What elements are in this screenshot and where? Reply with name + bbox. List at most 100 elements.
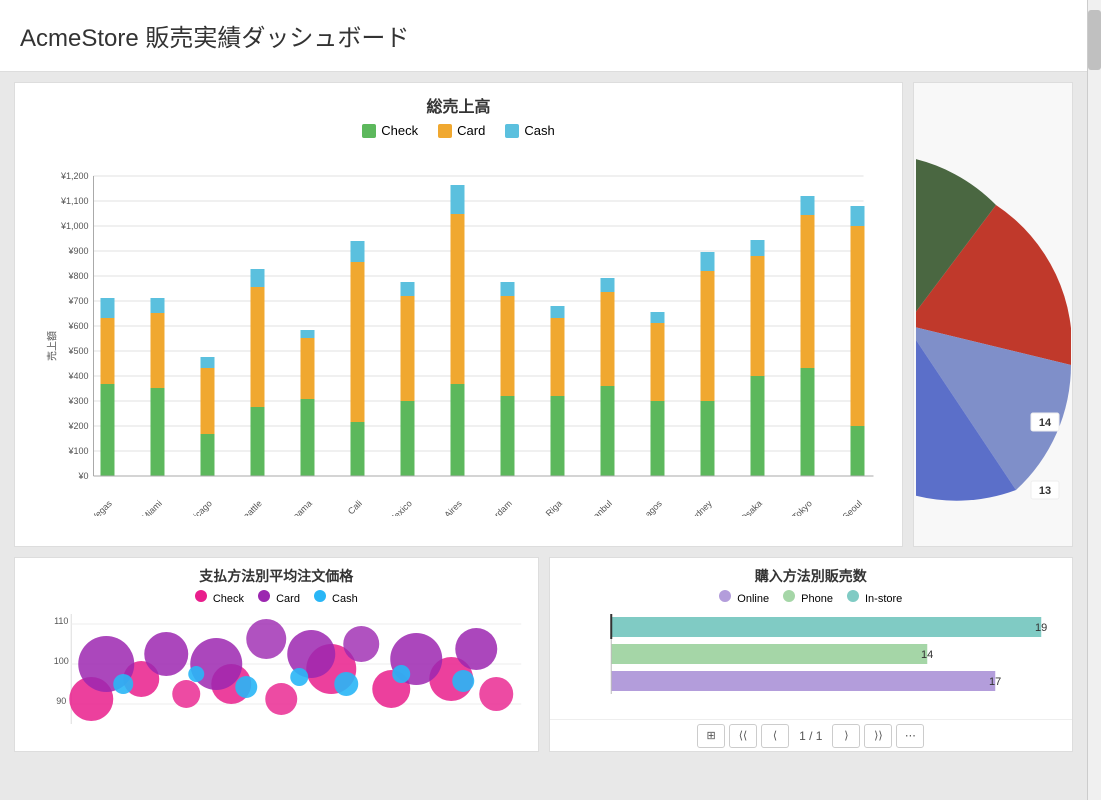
svg-text:¥1,100: ¥1,100: [60, 196, 89, 206]
svg-text:Cali: Cali: [346, 498, 364, 516]
bar-seoul: Seoul: [841, 206, 865, 516]
hbar-online: [611, 671, 995, 691]
bubble-check-3: [172, 680, 200, 708]
svg-text:¥100: ¥100: [67, 446, 88, 456]
svg-text:Miami: Miami: [140, 498, 164, 516]
bubble-cash-2: [188, 666, 204, 682]
svg-text:Sydney: Sydney: [686, 498, 715, 516]
legend-card: Card: [438, 123, 485, 138]
instore-dot: [847, 590, 859, 602]
badge-14: 14: [1038, 417, 1051, 429]
svg-text:Chicago: Chicago: [183, 498, 213, 516]
pie-chart-card: 14 13: [913, 82, 1073, 547]
last-page-btn[interactable]: ⟩⟩: [864, 724, 892, 748]
bubble-card-2: [144, 632, 188, 676]
badge-13: 13: [1038, 485, 1050, 497]
svg-text:90: 90: [56, 696, 66, 706]
top-row: 総売上高 Check Card Cash: [14, 82, 1073, 547]
prev-page-btn[interactable]: ⟨: [761, 724, 789, 748]
bubble-check-label: Check: [213, 593, 244, 605]
bubble-chart-svg: 110 100 90: [27, 609, 526, 729]
first-page-btn[interactable]: ⟨⟨: [729, 724, 757, 748]
bubble-cash-4: [290, 668, 308, 686]
hbar-instore: [611, 617, 1041, 637]
hbar-instore-val: 19: [1035, 622, 1047, 634]
next-page-btn[interactable]: ⟩: [832, 724, 860, 748]
svg-text:Osaka: Osaka: [738, 498, 763, 516]
bubble-check-9: [479, 677, 513, 711]
svg-text:Amsterdam: Amsterdam: [474, 498, 514, 516]
legend-check: Check: [362, 123, 418, 138]
check-icon: [362, 124, 376, 138]
bubble-chart-card: 支払方法別平均注文価格 Check Card Cash 110: [14, 557, 539, 752]
more-btn[interactable]: ⋯: [896, 724, 924, 748]
bar-chart2-title: 購入方法別販売数: [562, 566, 1061, 586]
expand-btn[interactable]: ⊞: [697, 724, 725, 748]
bar-lagos: Lagos: [639, 312, 664, 516]
legend-card-label: Card: [457, 123, 485, 138]
bar-osaka: Osaka: [738, 240, 764, 516]
svg-text:¥1,200: ¥1,200: [60, 171, 89, 181]
svg-text:¥400: ¥400: [67, 371, 88, 381]
bubble-legend-card: Card: [258, 590, 300, 605]
bar-chart-title: 総売上高: [31, 93, 886, 117]
legend-check-label: Check: [381, 123, 418, 138]
svg-text:¥700: ¥700: [67, 296, 88, 306]
svg-text:Lagos: Lagos: [639, 498, 664, 516]
bubble-card-dot: [258, 590, 270, 602]
svg-text:¥300: ¥300: [67, 396, 88, 406]
pie-chart-svg: 14 13: [916, 105, 1071, 525]
scrollbar-thumb[interactable]: [1088, 10, 1101, 70]
bar-panama: Panama: [283, 330, 314, 516]
bc2-legend-instore: In-store: [847, 590, 902, 605]
bar-istanbul: Istanbul: [585, 278, 615, 516]
bubble-cash-1: [113, 674, 133, 694]
svg-text:¥800: ¥800: [67, 271, 88, 281]
bar-chart-svg-container: ¥0 ¥100 ¥200 ¥300 ¥400 ¥500 ¥600 ¥700 ¥8…: [31, 146, 886, 516]
svg-text:¥1,000: ¥1,000: [60, 221, 89, 231]
bubble-cash-dot: [314, 590, 326, 602]
phone-dot: [783, 590, 795, 602]
bar-chart-card: 総売上高 Check Card Cash: [14, 82, 903, 547]
page-title: AcmeStore 販売実績ダッシュボード: [20, 18, 409, 53]
bar-riga: Riga: [544, 306, 565, 516]
bar-chart2-card: 購入方法別販売数 Online Phone In-store: [549, 557, 1074, 752]
online-dot: [719, 590, 731, 602]
bar-seattle: Seattle: [237, 269, 264, 516]
bar-chart-svg: ¥0 ¥100 ¥200 ¥300 ¥400 ¥500 ¥600 ¥700 ¥8…: [31, 146, 886, 516]
bubble-check-dot: [195, 590, 207, 602]
bubble-card-label: Card: [276, 593, 300, 605]
svg-text:Istanbul: Istanbul: [585, 498, 614, 516]
legend-cash-label: Cash: [524, 123, 554, 138]
phone-label: Phone: [801, 593, 833, 605]
scrollbar[interactable]: [1087, 0, 1101, 800]
hbar-phone: [611, 644, 927, 664]
bubble-chart-title: 支払方法別平均注文価格: [27, 566, 526, 586]
hbar-online-val: 17: [989, 676, 1001, 688]
cash-icon: [505, 124, 519, 138]
bc2-legend-online: Online: [719, 590, 769, 605]
bar-cali: Cali: [346, 241, 365, 516]
bar-chart2-legend: Online Phone In-store: [562, 590, 1061, 605]
main-content: 総売上高 Check Card Cash: [0, 72, 1087, 762]
bubble-card-6: [343, 626, 379, 662]
svg-text:Tokyo: Tokyo: [790, 498, 814, 516]
bubble-legend-cash: Cash: [314, 590, 358, 605]
bubble-cash-7: [452, 670, 474, 692]
hbar-phone-val: 14: [921, 649, 933, 661]
bar-miami: Miami: [140, 298, 165, 516]
bar-chart-legend: Check Card Cash: [31, 123, 886, 138]
online-label: Online: [737, 593, 769, 605]
bubble-cash-3: [235, 676, 257, 698]
svg-text:100: 100: [54, 656, 69, 666]
bar-amsterdam: Amsterdam: [474, 282, 514, 516]
bubble-legend-check: Check: [195, 590, 244, 605]
svg-text:¥200: ¥200: [67, 421, 88, 431]
bubble-cash-label: Cash: [332, 593, 358, 605]
svg-text:Riga: Riga: [544, 498, 564, 516]
svg-text:¥500: ¥500: [67, 346, 88, 356]
bubble-card-4: [246, 619, 286, 659]
svg-text:Buenos Aires: Buenos Aires: [419, 498, 464, 516]
legend-cash: Cash: [505, 123, 554, 138]
svg-text:¥600: ¥600: [67, 321, 88, 331]
